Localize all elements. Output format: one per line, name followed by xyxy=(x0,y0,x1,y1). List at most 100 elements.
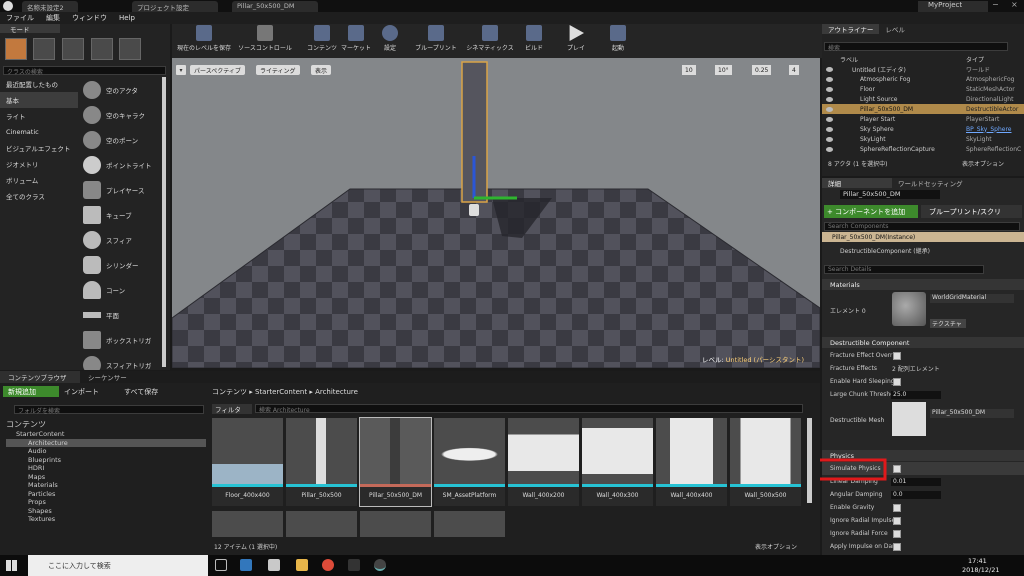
category-basic[interactable]: 基本 xyxy=(0,92,78,108)
blueprint-script-button[interactable]: ブループリント/スクリ xyxy=(921,205,1022,218)
material-dropdown[interactable]: WorldGridMaterial xyxy=(930,294,1014,303)
show-button[interactable]: 表示 xyxy=(311,65,332,75)
tree-item[interactable]: Materials xyxy=(6,481,206,490)
lighting-button[interactable]: ライティング xyxy=(256,65,300,75)
modes-scrollbar[interactable] xyxy=(162,77,166,367)
tree-item[interactable]: Maps xyxy=(6,473,206,482)
eye-icon[interactable] xyxy=(826,136,833,142)
place-item-player-start[interactable]: プレイヤース xyxy=(80,177,160,202)
eye-icon[interactable] xyxy=(826,86,833,92)
outliner-row[interactable]: Player Start PlayerStart xyxy=(822,114,1024,124)
blueprints-button[interactable]: ブループリント xyxy=(412,25,460,52)
folder-search-input[interactable]: フォルダを検索 xyxy=(14,405,204,415)
paint-mode-icon[interactable] xyxy=(33,38,55,60)
asset-tile[interactable]: Pillar_50x500 xyxy=(286,418,357,506)
menu-edit[interactable]: 編集 xyxy=(46,13,60,23)
add-new-button[interactable]: 新規追加 xyxy=(3,386,59,397)
minimize-icon[interactable]: − xyxy=(992,0,1002,11)
tab-levels[interactable]: レベル xyxy=(879,24,911,34)
outliner-row[interactable]: Floor StaticMeshActor xyxy=(822,84,1024,94)
tree-item[interactable]: コンテンツ xyxy=(6,418,206,430)
col-label[interactable]: ラベル xyxy=(840,55,858,64)
outliner-row[interactable]: SphereReflectionCapture SphereReflectionC xyxy=(822,144,1024,154)
category-lights[interactable]: ライト xyxy=(0,108,78,124)
windows-start-icon[interactable] xyxy=(6,560,17,571)
cinematics-button[interactable]: シネマティックス xyxy=(466,25,514,52)
outliner-row-selected[interactable]: Pillar_50x500_DM DestructibleActor xyxy=(822,104,1024,114)
eye-icon[interactable] xyxy=(826,96,833,102)
scale-snap-value[interactable]: 0.25 xyxy=(752,65,772,75)
tree-item[interactable]: Shapes xyxy=(6,507,206,516)
tab-sequencer[interactable]: シーケンサー xyxy=(80,371,135,383)
explorer-icon[interactable] xyxy=(296,559,308,571)
destructible-section[interactable]: Destructible Component xyxy=(822,337,1024,348)
outliner-row[interactable]: Atmospheric Fog AtmosphericFog xyxy=(822,74,1024,84)
place-item-empty-pawn[interactable]: 空のポーン xyxy=(80,127,160,152)
place-item-cube[interactable]: キューブ xyxy=(80,202,160,227)
landscape-mode-icon[interactable] xyxy=(62,38,84,60)
edge-icon[interactable] xyxy=(240,559,252,571)
breadcrumb-item[interactable]: Architecture xyxy=(315,388,358,396)
asset-tile-partial[interactable] xyxy=(212,511,283,537)
player-start-marker[interactable] xyxy=(469,204,479,216)
checkbox[interactable] xyxy=(893,529,901,538)
tree-item[interactable]: Audio xyxy=(6,447,206,456)
outliner-view-options[interactable]: 表示オプション xyxy=(962,159,1004,168)
component-row[interactable]: DestructibleComponent (継承) xyxy=(822,245,1024,255)
close-icon[interactable]: × xyxy=(1011,0,1021,11)
save-all-button[interactable]: すべて保存 xyxy=(124,386,158,397)
filter-button[interactable]: フィルタ xyxy=(212,404,252,414)
asset-tile-partial[interactable] xyxy=(286,511,357,537)
tab-outliner[interactable]: アウトライナー xyxy=(822,24,880,34)
chrome-icon[interactable] xyxy=(322,559,334,571)
category-volumes[interactable]: ボリューム xyxy=(0,172,78,188)
checkbox[interactable] xyxy=(893,516,901,525)
search-details-input[interactable]: Search Details xyxy=(824,265,984,274)
import-button[interactable]: インポート xyxy=(64,386,99,397)
asset-tile[interactable]: Floor_400x400 xyxy=(212,418,283,506)
asset-search-input[interactable]: 検索 Architecture xyxy=(255,404,803,414)
perspective-button[interactable]: パースペクティブ xyxy=(190,65,245,75)
search-components-input[interactable]: Search Components xyxy=(824,222,1020,231)
task-view-icon[interactable] xyxy=(215,559,227,571)
play-button[interactable]: プレイ xyxy=(562,25,590,52)
place-item-point-light[interactable]: ポイントライト xyxy=(80,152,160,177)
angular-damping-input[interactable]: 0.0 xyxy=(891,490,941,499)
menu-help[interactable]: Help xyxy=(119,14,135,22)
checkbox[interactable] xyxy=(893,377,901,386)
textures-dropdown[interactable]: テクスチャ xyxy=(930,319,966,328)
tree-item[interactable]: Particles xyxy=(6,490,206,499)
window-tab[interactable]: Pillar_50x500_DM xyxy=(232,1,318,12)
actor-name-field[interactable]: Pillar_50x500_DM xyxy=(840,190,940,199)
launch-button[interactable]: 起動 xyxy=(604,25,632,52)
place-item-sphere[interactable]: スフィア xyxy=(80,227,160,252)
tree-item[interactable]: Blueprints xyxy=(6,456,206,465)
breadcrumb-item[interactable]: StarterContent xyxy=(255,388,307,396)
breadcrumb-item[interactable]: コンテンツ xyxy=(212,387,247,397)
category-geometry[interactable]: ジオメトリ xyxy=(0,156,78,172)
save-level-button[interactable]: 現在のレベルを保存 xyxy=(174,25,234,52)
category-visual-effects[interactable]: ビジュアルエフェクト xyxy=(0,140,78,156)
tree-item[interactable]: StarterContent xyxy=(6,430,206,439)
geometry-mode-icon[interactable] xyxy=(119,38,141,60)
build-button[interactable]: ビルド xyxy=(520,25,548,52)
window-tab[interactable]: 名称未設定2 xyxy=(22,1,78,12)
category-cinematic[interactable]: Cinematic xyxy=(0,124,78,140)
place-item-plane[interactable]: 平面 xyxy=(80,302,160,327)
eye-icon[interactable] xyxy=(826,76,833,82)
outliner-row[interactable]: Light Source DirectionalLight xyxy=(822,94,1024,104)
asset-tile[interactable]: Wall_400x200 xyxy=(508,418,579,506)
outliner-search-input[interactable]: 検索 xyxy=(824,42,1008,52)
place-item-box-trigger[interactable]: ボックストリガ xyxy=(80,327,160,352)
menu-file[interactable]: ファイル xyxy=(6,13,34,23)
eye-icon[interactable] xyxy=(826,116,833,122)
tree-item[interactable]: Props xyxy=(6,498,206,507)
checkbox[interactable] xyxy=(893,351,901,360)
place-item-cylinder[interactable]: シリンダー xyxy=(80,252,160,277)
place-item-empty-actor[interactable]: 空のアクタ xyxy=(80,77,160,102)
foliage-mode-icon[interactable] xyxy=(91,38,113,60)
linear-damping-input[interactable]: 0.01 xyxy=(891,477,941,486)
place-item-empty-character[interactable]: 空のキャラク xyxy=(80,102,160,127)
window-tab[interactable]: プロジェクト設定 xyxy=(132,1,218,12)
place-item-cone[interactable]: コーン xyxy=(80,277,160,302)
